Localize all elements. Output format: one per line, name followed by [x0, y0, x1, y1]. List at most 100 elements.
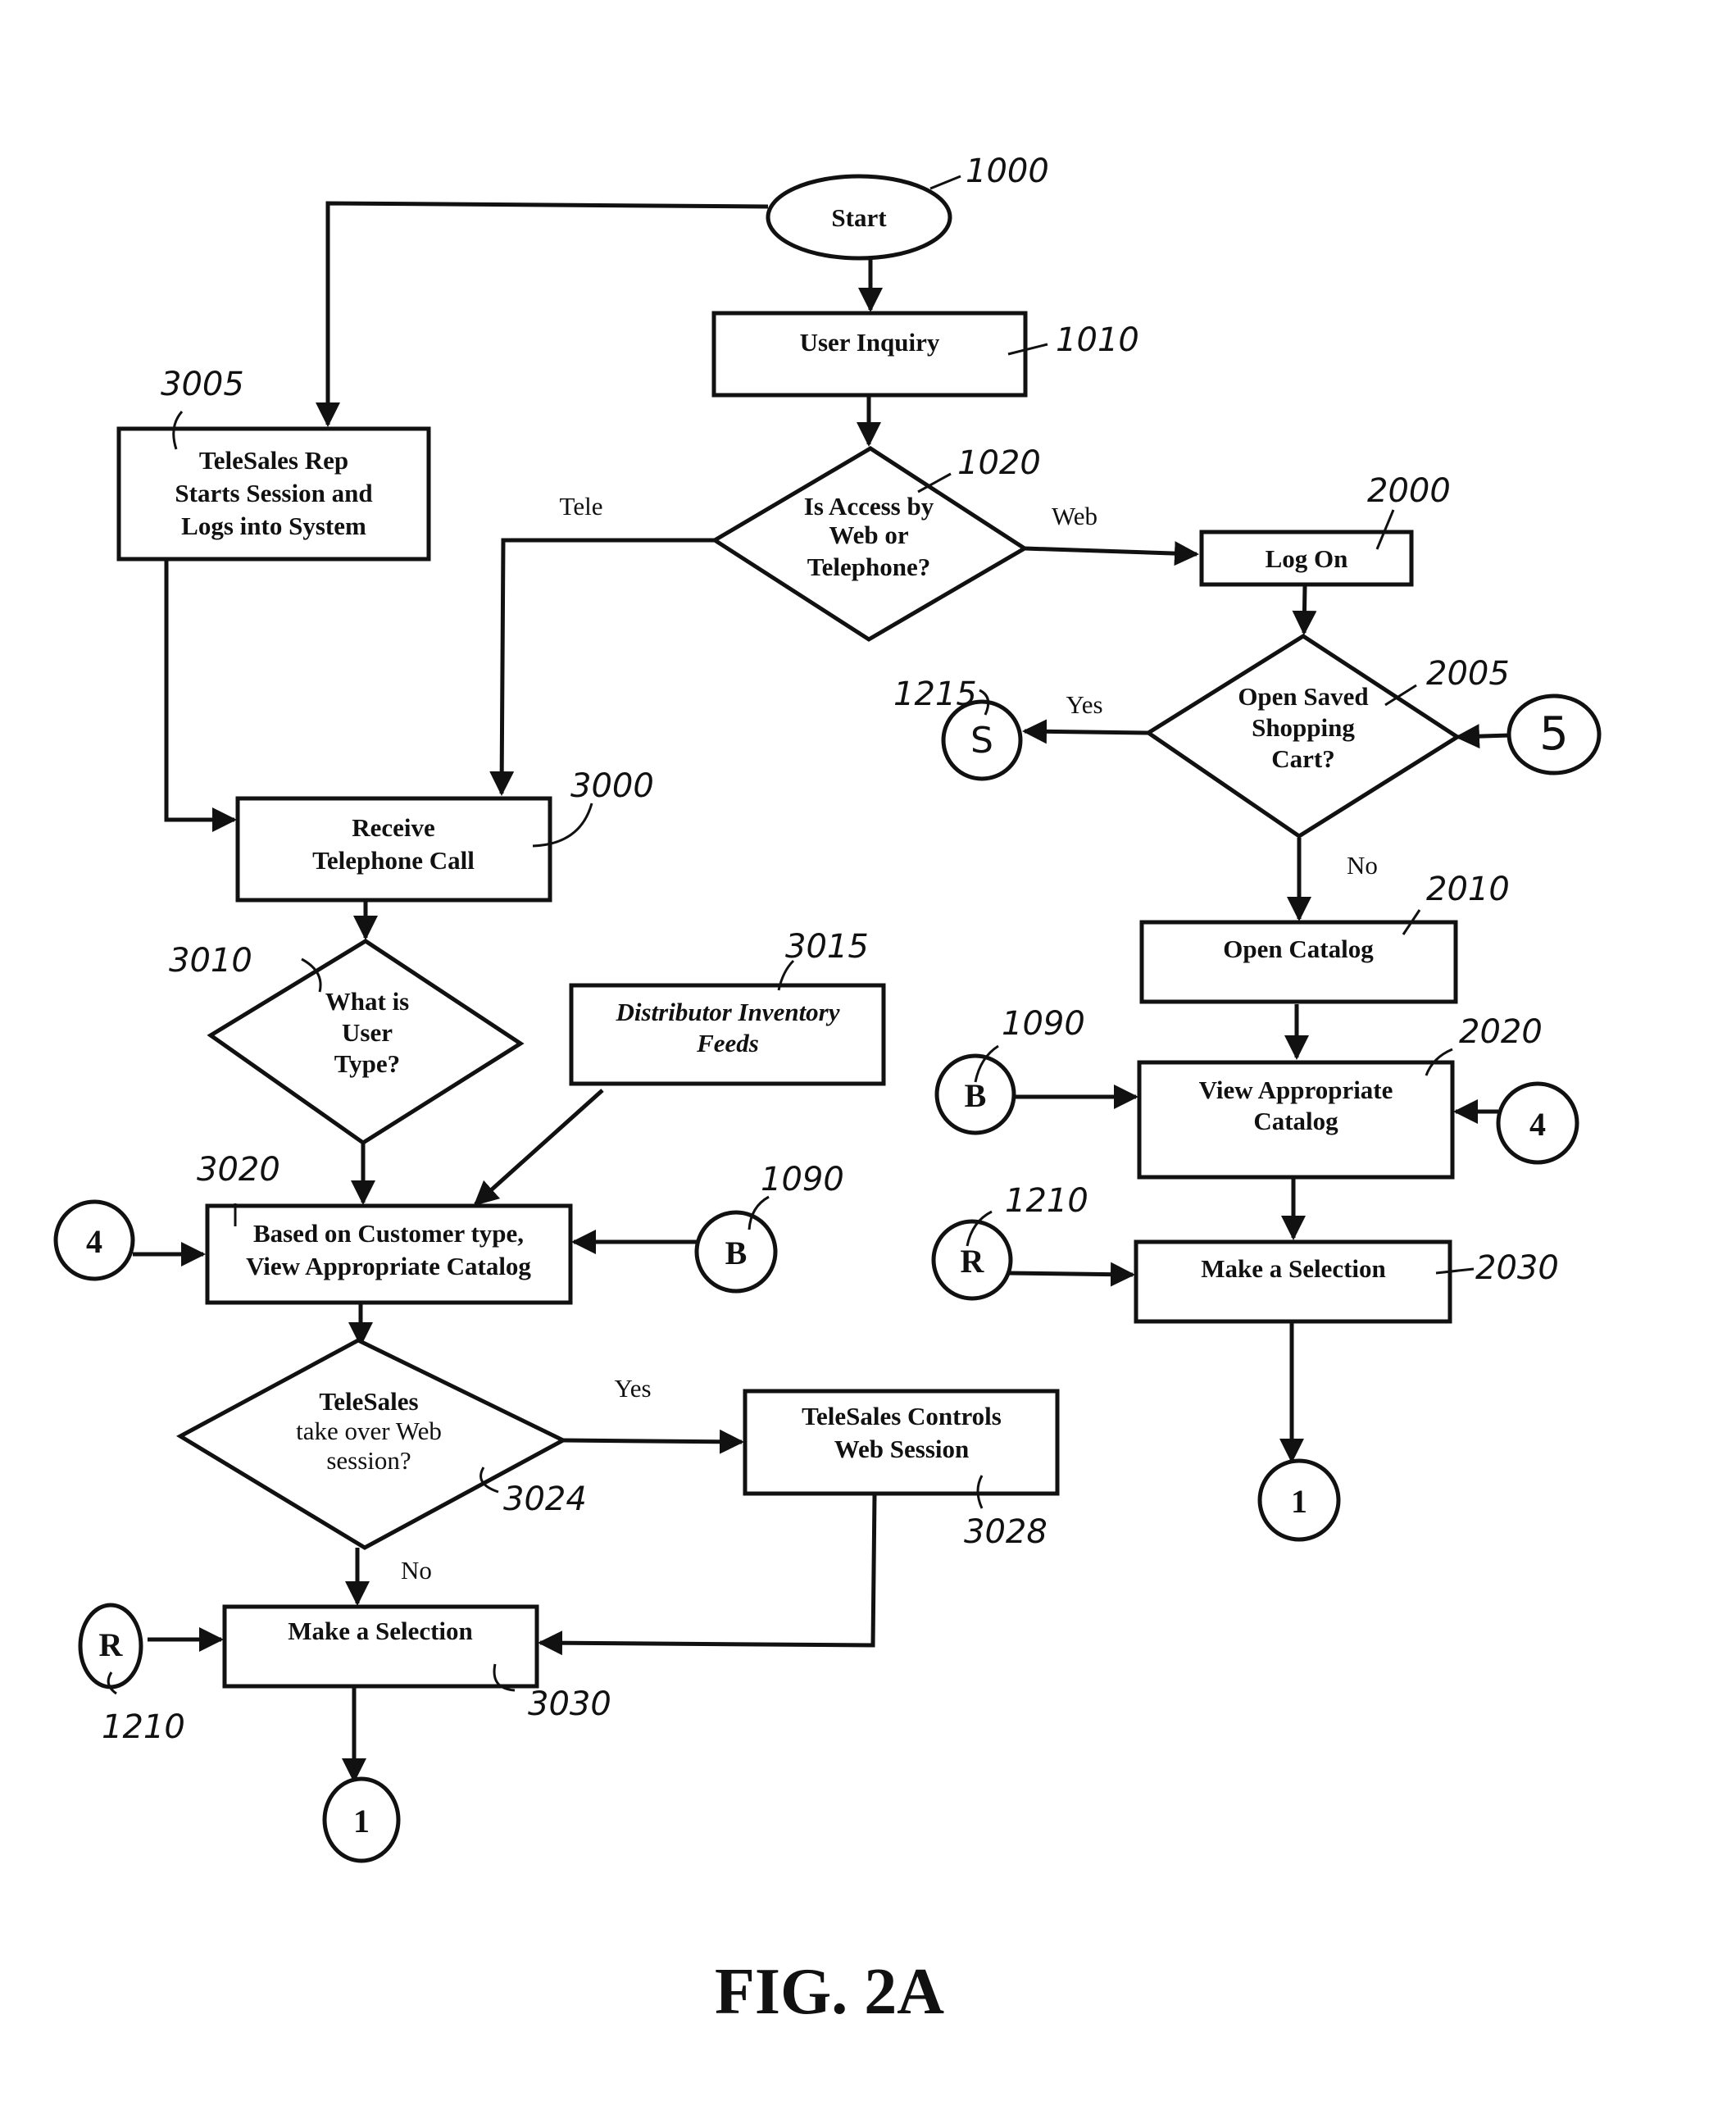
edge-telesales-rep-to-receive: [164, 559, 237, 832]
node-view-catalog-tele[interactable]: Based on Customer type, View Appropriate…: [205, 1203, 573, 1305]
ref-3024: 3024: [503, 1480, 587, 1518]
ref-1010: 1010: [1056, 321, 1139, 359]
ref-2005: 2005: [1426, 655, 1510, 693]
node-make-selection-web[interactable]: Make a Selection: [1134, 1239, 1452, 1324]
connector-1-left-label: 1: [353, 1803, 370, 1840]
node-open-catalog[interactable]: Open Catalog: [1139, 920, 1458, 1004]
node-receive-call[interactable]: Receive Telephone Call: [235, 796, 552, 903]
ref-1210-right: 1210: [1005, 1182, 1088, 1220]
ref-1090-right: 1090: [1002, 1005, 1085, 1043]
access-decision-line-1: Is Access by: [804, 492, 934, 521]
node-make-selection-tele[interactable]: Make a Selection: [222, 1604, 539, 1689]
ref-2010: 2010: [1426, 871, 1510, 908]
distributor-feeds-line-1: Distributor Inventory: [615, 998, 839, 1026]
edge-start-to-telesales-rep: [316, 201, 769, 427]
takeover-decision-line-3: session?: [326, 1446, 411, 1475]
open-saved-cart-line-1: Open Saved: [1238, 682, 1368, 711]
telesales-rep-line-1: TeleSales Rep: [199, 446, 348, 475]
connector-b-right-label: B: [965, 1077, 987, 1114]
edge-label-yes-cart: Yes: [1066, 690, 1102, 719]
node-distributor-feeds[interactable]: Distributor Inventory Feeds: [569, 983, 886, 1086]
node-open-saved-cart[interactable]: Open Saved Shopping Cart?: [1144, 634, 1461, 839]
ref-3010: 3010: [169, 942, 252, 980]
figure-caption: FIG. 2A: [715, 1956, 944, 2028]
edge-label-no-cart: No: [1347, 851, 1378, 880]
view-catalog-tele-line-2: View Appropriate Catalog: [246, 1252, 531, 1280]
ref-3028: 3028: [964, 1513, 1048, 1551]
ref-2000: 2000: [1367, 472, 1451, 510]
takeover-decision-line-2: take over Web: [296, 1417, 442, 1445]
connector-4-left[interactable]: 4: [53, 1199, 135, 1281]
connector-1-right[interactable]: 1: [1257, 1458, 1341, 1542]
open-saved-cart-line-3: Cart?: [1271, 744, 1334, 773]
user-inquiry-label: User Inquiry: [800, 328, 940, 357]
open-saved-cart-line-2: Shopping: [1252, 713, 1355, 742]
edge-takeover-yes-to-controls: [562, 1429, 744, 1454]
connector-1-right-label: 1: [1291, 1483, 1307, 1520]
node-telesales-rep[interactable]: TeleSales Rep Starts Session and Logs in…: [116, 426, 431, 562]
node-user-inquiry[interactable]: User Inquiry: [711, 311, 1028, 398]
make-selection-tele-label: Make a Selection: [288, 1617, 473, 1645]
view-catalog-tele-line-1: Based on Customer type,: [253, 1219, 524, 1248]
log-on-label: Log On: [1266, 544, 1348, 573]
telesales-rep-line-3: Logs into System: [181, 512, 366, 540]
node-telesales-controls[interactable]: TeleSales Controls Web Session: [743, 1389, 1060, 1496]
edge-label-web: Web: [1052, 502, 1097, 530]
connector-4-left-label: 4: [86, 1223, 102, 1260]
connector-b-left[interactable]: B: [694, 1210, 778, 1294]
telesales-controls-line-1: TeleSales Controls: [802, 1402, 1002, 1430]
connector-s-label: S: [970, 720, 993, 762]
node-view-catalog-web[interactable]: View Appropriate Catalog: [1137, 1060, 1455, 1180]
connector-r-right-label: R: [961, 1243, 985, 1280]
connector-s[interactable]: S: [941, 699, 1023, 781]
edge-access-tele: [489, 538, 715, 796]
edge-r-to-selection-web: [1007, 1262, 1135, 1287]
takeover-decision-line-1: TeleSales: [319, 1387, 418, 1416]
open-catalog-label: Open Catalog: [1223, 935, 1374, 963]
access-decision-line-3: Telephone?: [807, 553, 930, 581]
ref-1090-left: 1090: [761, 1161, 844, 1198]
view-catalog-web-line-1: View Appropriate: [1199, 1076, 1393, 1104]
ref-1020: 1020: [957, 444, 1041, 482]
edge-label-yes-takeover: Yes: [614, 1374, 651, 1403]
edge-5-to-cart: [1455, 724, 1511, 749]
node-start[interactable]: Start: [766, 174, 952, 261]
ref-3030: 3030: [528, 1685, 611, 1723]
start-label: Start: [831, 203, 887, 232]
telesales-rep-line-2: Starts Session and: [175, 479, 372, 507]
receive-call-line-2: Telephone Call: [312, 846, 475, 875]
edge-access-web: [1024, 541, 1199, 566]
ref-2020: 2020: [1459, 1013, 1543, 1051]
edge-distributor-to-view-tele: [473, 1089, 604, 1207]
ref-3005: 3005: [161, 366, 244, 403]
ref-3015: 3015: [785, 928, 869, 966]
connector-b-right[interactable]: B: [934, 1053, 1016, 1135]
telesales-controls-line-2: Web Session: [834, 1435, 970, 1463]
connector-1-left[interactable]: 1: [322, 1776, 401, 1863]
user-type-line-1: What is: [325, 987, 410, 1016]
ref-leader-1000: [929, 175, 961, 190]
edge-controls-to-selection: [538, 1494, 877, 1656]
view-catalog-web-line-2: Catalog: [1253, 1107, 1338, 1135]
edge-logon-to-cart: [1292, 585, 1317, 635]
connector-4-right-label: 4: [1529, 1106, 1546, 1143]
ref-3000: 3000: [570, 767, 654, 805]
receive-call-line-1: Receive: [352, 813, 435, 842]
ref-1210-left: 1210: [102, 1708, 185, 1746]
edge-cart-yes-to-s: [1022, 719, 1149, 744]
connector-r-left-label: R: [99, 1626, 124, 1663]
make-selection-web-label: Make a Selection: [1201, 1254, 1386, 1283]
connector-4-right[interactable]: 4: [1496, 1081, 1579, 1165]
distributor-feeds-line-2: Feeds: [696, 1029, 759, 1057]
user-type-line-3: Type?: [334, 1049, 400, 1078]
node-user-type[interactable]: What is User Type?: [207, 939, 525, 1146]
connector-b-left-label: B: [725, 1235, 748, 1271]
connector-5-label: 5: [1539, 707, 1569, 761]
access-decision-line-2: Web or: [829, 521, 909, 549]
ref-1215: 1215: [893, 675, 977, 713]
ref-2030: 2030: [1475, 1249, 1559, 1287]
edge-label-tele: Tele: [560, 492, 603, 521]
user-type-line-2: User: [342, 1018, 393, 1047]
connector-5[interactable]: 5: [1507, 694, 1602, 775]
ref-3020: 3020: [197, 1151, 280, 1189]
